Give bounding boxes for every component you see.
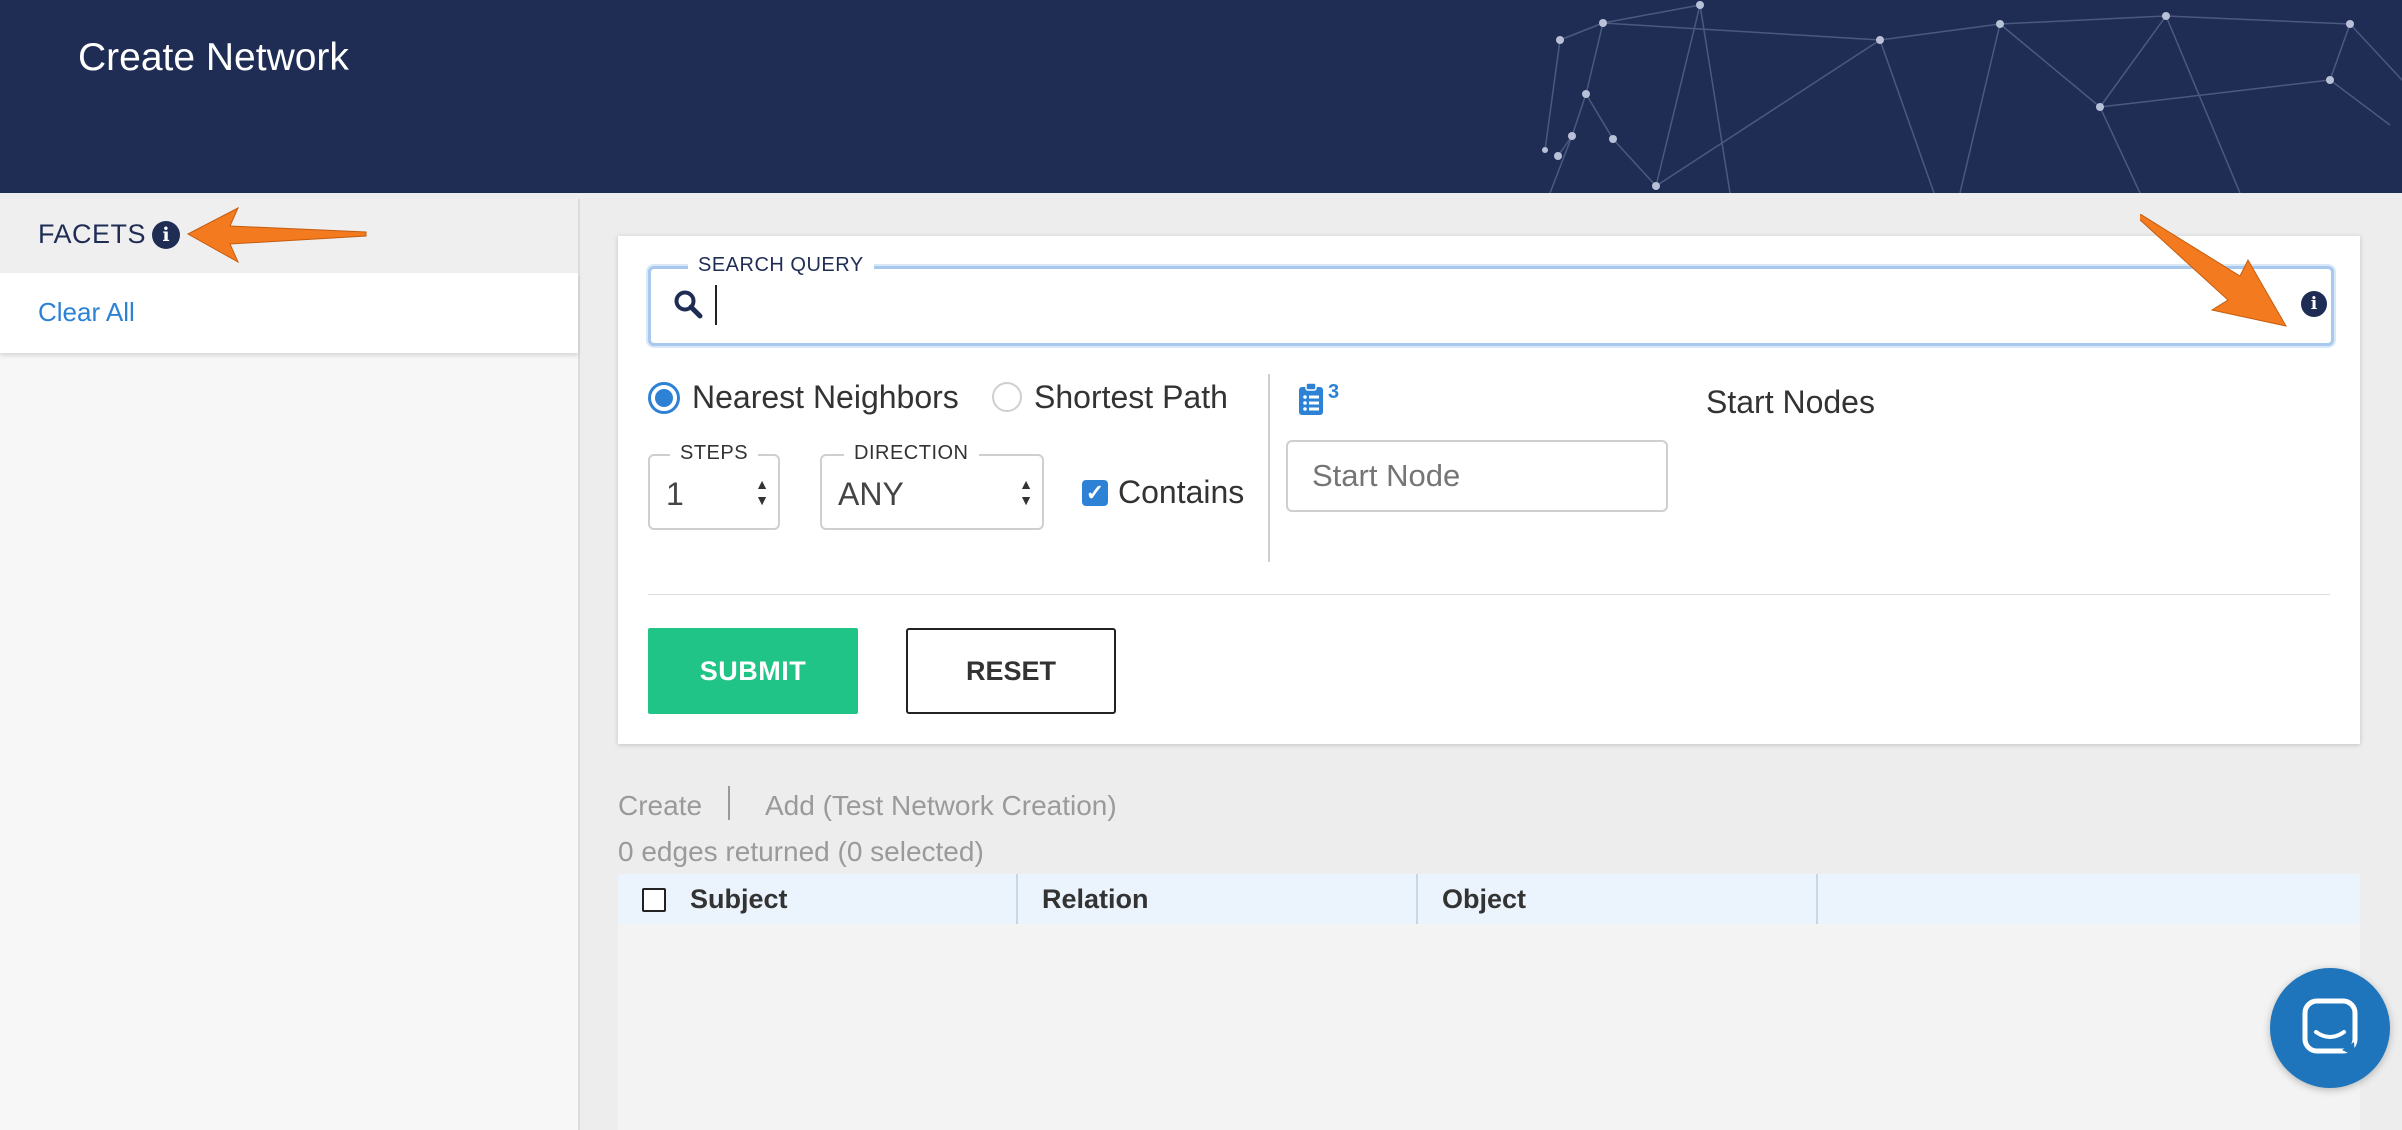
nearest-neighbors-radio[interactable]	[648, 382, 680, 414]
column-relation[interactable]: Relation	[1042, 874, 1149, 924]
shortest-path-label[interactable]: Shortest Path	[1034, 379, 1228, 416]
start-nodes-title: Start Nodes	[1706, 384, 1875, 420]
facets-info-icon[interactable]: i	[152, 221, 180, 249]
search-info-icon[interactable]: i	[2301, 291, 2327, 317]
tab-separator	[728, 786, 730, 820]
direction-value: ANY	[838, 476, 904, 512]
direction-select[interactable]: DIRECTION ANY ▲ ▼	[820, 442, 1044, 530]
network-background-graphic	[1542, 1, 2402, 193]
clear-all-row: Clear All	[0, 273, 578, 353]
horizontal-divider	[648, 594, 2330, 595]
contains-label[interactable]: Contains	[1118, 474, 1244, 511]
facets-title: FACETS	[38, 219, 147, 249]
facets-sidebar: FACETS i Clear All	[0, 199, 580, 1130]
shortest-path-radio[interactable]	[992, 382, 1022, 412]
edges-table: Subject Relation Object	[618, 874, 2360, 1130]
direction-label: DIRECTION	[844, 442, 979, 465]
app-header: Create Network	[0, 0, 2402, 193]
tab-create[interactable]: Create	[618, 790, 702, 822]
vertical-divider	[1268, 374, 1270, 562]
select-all-checkbox[interactable]	[642, 888, 666, 912]
chat-bubble-icon	[2302, 998, 2358, 1056]
table-header: Subject Relation Object	[618, 874, 2360, 924]
search-icon	[673, 289, 703, 324]
annotation-arrow-icon	[186, 206, 367, 264]
clipboard-list-icon[interactable]	[1298, 382, 1324, 421]
page-title: Create Network	[78, 36, 349, 79]
column-subject[interactable]: Subject	[690, 874, 788, 924]
start-node-count-badge: 3	[1328, 381, 1340, 403]
chat-launcher-button[interactable]	[2270, 968, 2390, 1088]
steps-stepper[interactable]: STEPS 1 ▲ ▼	[648, 442, 780, 530]
start-node-input[interactable]	[1286, 440, 1668, 512]
stepper-arrows-icon[interactable]: ▲ ▼	[754, 476, 770, 508]
search-input[interactable]	[715, 285, 2221, 325]
select-arrows-icon[interactable]: ▲ ▼	[1018, 476, 1034, 508]
search-query-label: SEARCH QUERY	[688, 254, 874, 277]
submit-button[interactable]: SUBMIT	[648, 628, 858, 714]
annotation-arrow-icon	[2140, 214, 2287, 327]
steps-value: 1	[666, 476, 684, 512]
clear-all-link[interactable]: Clear All	[38, 297, 135, 328]
column-divider[interactable]	[1816, 874, 1818, 924]
column-divider[interactable]	[1416, 874, 1418, 924]
column-object[interactable]: Object	[1442, 874, 1526, 924]
tab-add[interactable]: Add (Test Network Creation)	[765, 790, 1117, 822]
column-divider[interactable]	[1016, 874, 1018, 924]
steps-label: STEPS	[670, 442, 759, 465]
contains-checkbox[interactable]: ✓	[1082, 480, 1108, 506]
nearest-neighbors-label[interactable]: Nearest Neighbors	[692, 379, 959, 416]
search-query-field[interactable]: i	[648, 266, 2334, 346]
reset-button[interactable]: RESET	[906, 628, 1116, 714]
edges-count-status: 0 edges returned (0 selected)	[618, 836, 984, 867]
query-card: i SEARCH QUERY Nearest Neighbors Shortes…	[618, 214, 2360, 744]
